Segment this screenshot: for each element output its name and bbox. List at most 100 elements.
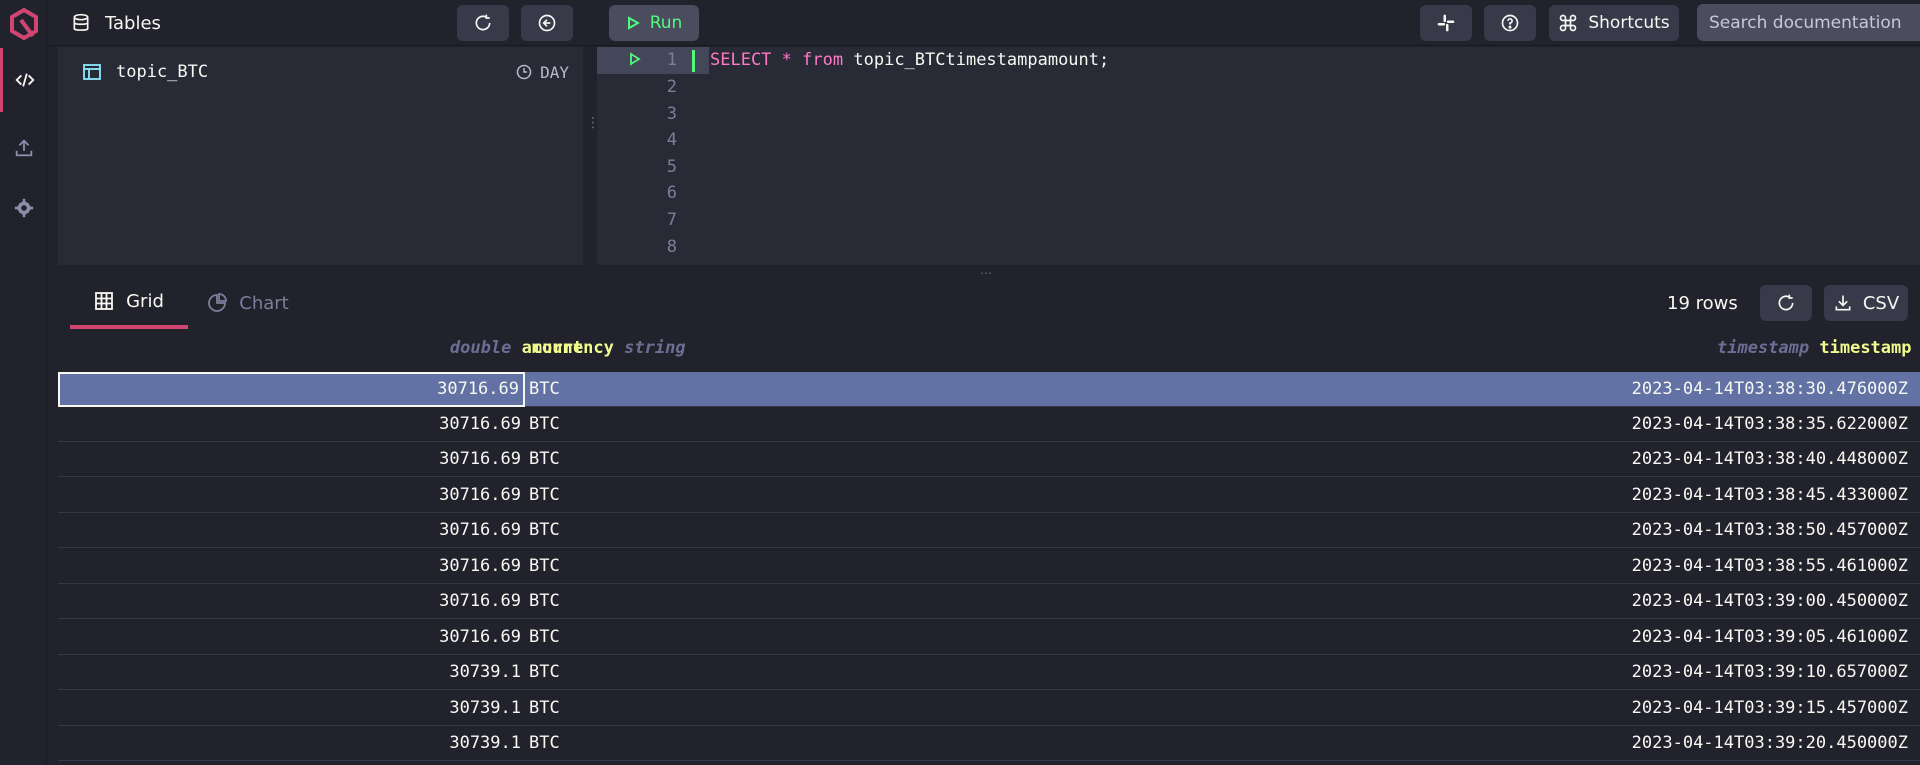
top-bar: Tables Run Shortcuts <box>47 0 1920 46</box>
cell-currency[interactable]: BTC <box>529 726 560 761</box>
cell-timestamp[interactable]: 2023-04-14T03:39:20.450000Z <box>1632 726 1908 761</box>
tab-grid[interactable]: Grid <box>70 277 188 329</box>
results-header: Grid Chart 19 rows CSV <box>58 277 1920 329</box>
code-rest: topic_BTCtimestampamount; <box>853 50 1110 70</box>
editor-gutter: 1 2 3 4 5 6 7 8 <box>597 47 709 265</box>
cell-currency[interactable]: BTC <box>529 513 560 548</box>
cell-timestamp[interactable]: 2023-04-14T03:38:40.448000Z <box>1632 442 1908 477</box>
table-list-item[interactable]: topic_BTC DAY <box>58 57 583 87</box>
keyword-from: from <box>802 50 844 70</box>
table-row[interactable]: 30716.69 BTC 2023-04-14T03:38:30.476000Z <box>58 372 1920 407</box>
cell-amount[interactable]: 30716.69 <box>58 442 525 477</box>
clock-icon <box>516 64 532 80</box>
cell-timestamp[interactable]: 2023-04-14T03:38:50.457000Z <box>1632 513 1908 548</box>
tab-chart[interactable]: Chart <box>193 277 303 329</box>
partition-label: DAY <box>540 62 569 82</box>
cell-timestamp[interactable]: 2023-04-14T03:38:35.622000Z <box>1632 407 1908 442</box>
column-type: timestamp <box>1717 338 1810 358</box>
csv-export-button[interactable]: CSV <box>1824 285 1908 321</box>
cell-amount[interactable]: 30716.69 <box>58 407 525 442</box>
cell-amount[interactable]: 30716.69 <box>58 513 525 548</box>
cell-amount[interactable]: 30739.1 <box>58 691 525 726</box>
help-button[interactable] <box>1484 5 1536 41</box>
line-number: 4 <box>666 130 677 150</box>
nav-code-editor[interactable] <box>0 48 47 112</box>
refresh-icon <box>475 14 491 31</box>
cell-currency[interactable]: BTC <box>529 584 560 619</box>
table-row[interactable]: 30716.69 BTC 2023-04-14T03:38:45.433000Z <box>58 478 1920 513</box>
refresh-tables-button[interactable] <box>457 5 509 41</box>
column-name: currency <box>532 338 614 358</box>
cell-currency[interactable]: BTC <box>529 407 560 442</box>
nav-settings[interactable] <box>0 176 47 240</box>
text-cursor <box>692 50 695 72</box>
cell-currency[interactable]: BTC <box>529 442 560 477</box>
nav-import[interactable] <box>0 116 47 180</box>
column-header-currency[interactable]: currency string <box>532 338 686 358</box>
pie-chart-icon <box>208 293 228 312</box>
vertical-resize-handle[interactable]: ⋮ <box>586 116 600 140</box>
cell-timestamp[interactable]: 2023-04-14T03:39:15.457000Z <box>1632 691 1908 726</box>
table-row[interactable]: 30716.69 BTC 2023-04-14T03:38:40.448000Z <box>58 442 1920 477</box>
app-root: Tables Run Shortcuts topic_BTC <box>0 0 1920 765</box>
cell-currency[interactable]: BTC <box>529 620 560 655</box>
keyword-select: SELECT <box>710 50 772 70</box>
run-button[interactable]: Run <box>609 5 699 41</box>
column-name: timestamp <box>1819 338 1912 358</box>
cell-timestamp[interactable]: 2023-04-14T03:38:45.433000Z <box>1632 478 1908 513</box>
cell-timestamp[interactable]: 2023-04-14T03:39:05.461000Z <box>1632 620 1908 655</box>
tables-title: Tables <box>71 0 161 46</box>
line-number: 8 <box>666 237 677 257</box>
cell-currency[interactable]: BTC <box>529 372 560 407</box>
cell-amount[interactable]: 30716.69 <box>58 372 525 407</box>
slack-button[interactable] <box>1420 5 1472 41</box>
tab-grid-label: Grid <box>126 290 164 312</box>
command-icon <box>1560 14 1577 32</box>
shortcuts-button[interactable]: Shortcuts <box>1549 5 1679 41</box>
line-number: 3 <box>666 104 677 124</box>
questdb-logo-icon[interactable] <box>6 6 42 42</box>
table-row[interactable]: 30716.69 BTC 2023-04-14T03:39:05.461000Z <box>58 620 1920 655</box>
grid-icon <box>95 292 114 310</box>
cell-timestamp[interactable]: 2023-04-14T03:39:00.450000Z <box>1632 584 1908 619</box>
search-documentation-input[interactable] <box>1697 4 1920 41</box>
code-line-1[interactable]: SELECT * from topic_BTCtimestampamount; <box>710 47 1109 74</box>
line-number: 5 <box>666 157 677 177</box>
cell-timestamp[interactable]: 2023-04-14T03:39:10.657000Z <box>1632 655 1908 690</box>
cell-amount[interactable]: 30716.69 <box>58 620 525 655</box>
cell-timestamp[interactable]: 2023-04-14T03:38:55.461000Z <box>1632 549 1908 584</box>
arrow-left-circle-icon <box>538 14 556 32</box>
cell-currency[interactable]: BTC <box>529 655 560 690</box>
cell-currency[interactable]: BTC <box>529 478 560 513</box>
table-row[interactable]: 30739.1 BTC 2023-04-14T03:39:20.450000Z <box>58 726 1920 761</box>
code-icon <box>15 73 35 87</box>
refresh-results-button[interactable] <box>1760 285 1812 321</box>
column-header-timestamp[interactable]: timestamp timestamp <box>1717 338 1912 358</box>
cell-timestamp[interactable]: 2023-04-14T03:38:30.476000Z <box>1632 372 1908 407</box>
sql-editor[interactable]: 1 2 3 4 5 6 7 8 SELECT * from topic_BTCt… <box>597 47 1920 265</box>
cell-amount[interactable]: 30716.69 <box>58 478 525 513</box>
collapse-tables-button[interactable] <box>521 5 573 41</box>
star-operator: * <box>781 50 792 70</box>
cell-amount[interactable]: 30739.1 <box>58 655 525 690</box>
table-row[interactable]: 30716.69 BTC 2023-04-14T03:38:50.457000Z <box>58 513 1920 548</box>
column-type: double <box>449 338 512 358</box>
play-icon <box>627 16 640 30</box>
database-icon <box>73 13 89 31</box>
table-row[interactable]: 30739.1 BTC 2023-04-14T03:39:15.457000Z <box>58 691 1920 726</box>
cell-currency[interactable]: BTC <box>529 549 560 584</box>
slack-icon <box>1437 14 1455 32</box>
cell-currency[interactable]: BTC <box>529 691 560 726</box>
cell-amount[interactable]: 30739.1 <box>58 726 525 761</box>
table-row[interactable]: 30716.69 BTC 2023-04-14T03:38:35.622000Z <box>58 407 1920 442</box>
tables-title-label: Tables <box>105 12 161 34</box>
line-number: 1 <box>666 50 677 70</box>
cell-amount[interactable]: 30716.69 <box>58 584 525 619</box>
left-nav <box>0 0 47 765</box>
table-row[interactable]: 30716.69 BTC 2023-04-14T03:38:55.461000Z <box>58 549 1920 584</box>
table-row[interactable]: 30739.1 BTC 2023-04-14T03:39:10.657000Z <box>58 655 1920 690</box>
upload-icon <box>15 139 32 157</box>
table-icon <box>83 64 101 80</box>
table-row[interactable]: 30716.69 BTC 2023-04-14T03:39:00.450000Z <box>58 584 1920 619</box>
cell-amount[interactable]: 30716.69 <box>58 549 525 584</box>
